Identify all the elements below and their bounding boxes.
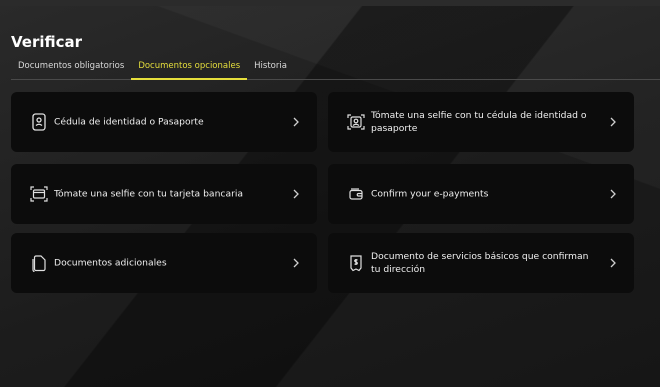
card-label: Cédula de identidad o Pasaporte [54, 116, 204, 128]
chevron-right-icon [608, 189, 618, 199]
card-label: Tómate una selfie con tu cédula de ident… [371, 110, 587, 134]
card-label: Confirm your e-payments [371, 188, 489, 200]
documents-icon [30, 254, 48, 272]
chevron-right-icon [291, 189, 301, 199]
page-title: Verificar [11, 33, 83, 51]
chevron-right-icon [608, 117, 618, 127]
card-selfie-bank-card[interactable]: Tómate una selfie con tu tarjeta bancari… [11, 164, 317, 224]
tab-historia[interactable]: Historia [247, 56, 294, 80]
tab-bar: Documentos obligatorios Documentos opcio… [11, 56, 660, 80]
top-bar [0, 0, 660, 6]
card-label: Tómate una selfie con tu tarjeta bancari… [54, 188, 244, 200]
chevron-right-icon [291, 258, 301, 268]
selfie-id-icon [347, 113, 365, 131]
tab-documentos-opcionales[interactable]: Documentos opcionales [131, 56, 248, 80]
tab-documentos-obligatorios[interactable]: Documentos obligatorios [11, 56, 131, 80]
card-id-passport[interactable]: Cédula de identidad o Pasaporte [11, 92, 317, 152]
card-selfie-id[interactable]: Tómate una selfie con tu cédula de ident… [328, 92, 634, 152]
id-card-icon [30, 113, 48, 131]
card-label: Documentos adicionales [54, 257, 167, 269]
wallet-icon [347, 185, 365, 203]
card-utility-bill[interactable]: Documento de servicios básicos que confi… [328, 233, 634, 293]
utility-bill-icon [347, 254, 365, 272]
chevron-right-icon [608, 258, 618, 268]
card-additional-documents[interactable]: Documentos adicionales [11, 233, 317, 293]
selfie-card-icon [30, 185, 48, 203]
card-label: Documento de servicios básicos que confi… [371, 251, 589, 275]
card-e-payments[interactable]: Confirm your e-payments [328, 164, 634, 224]
chevron-right-icon [291, 117, 301, 127]
